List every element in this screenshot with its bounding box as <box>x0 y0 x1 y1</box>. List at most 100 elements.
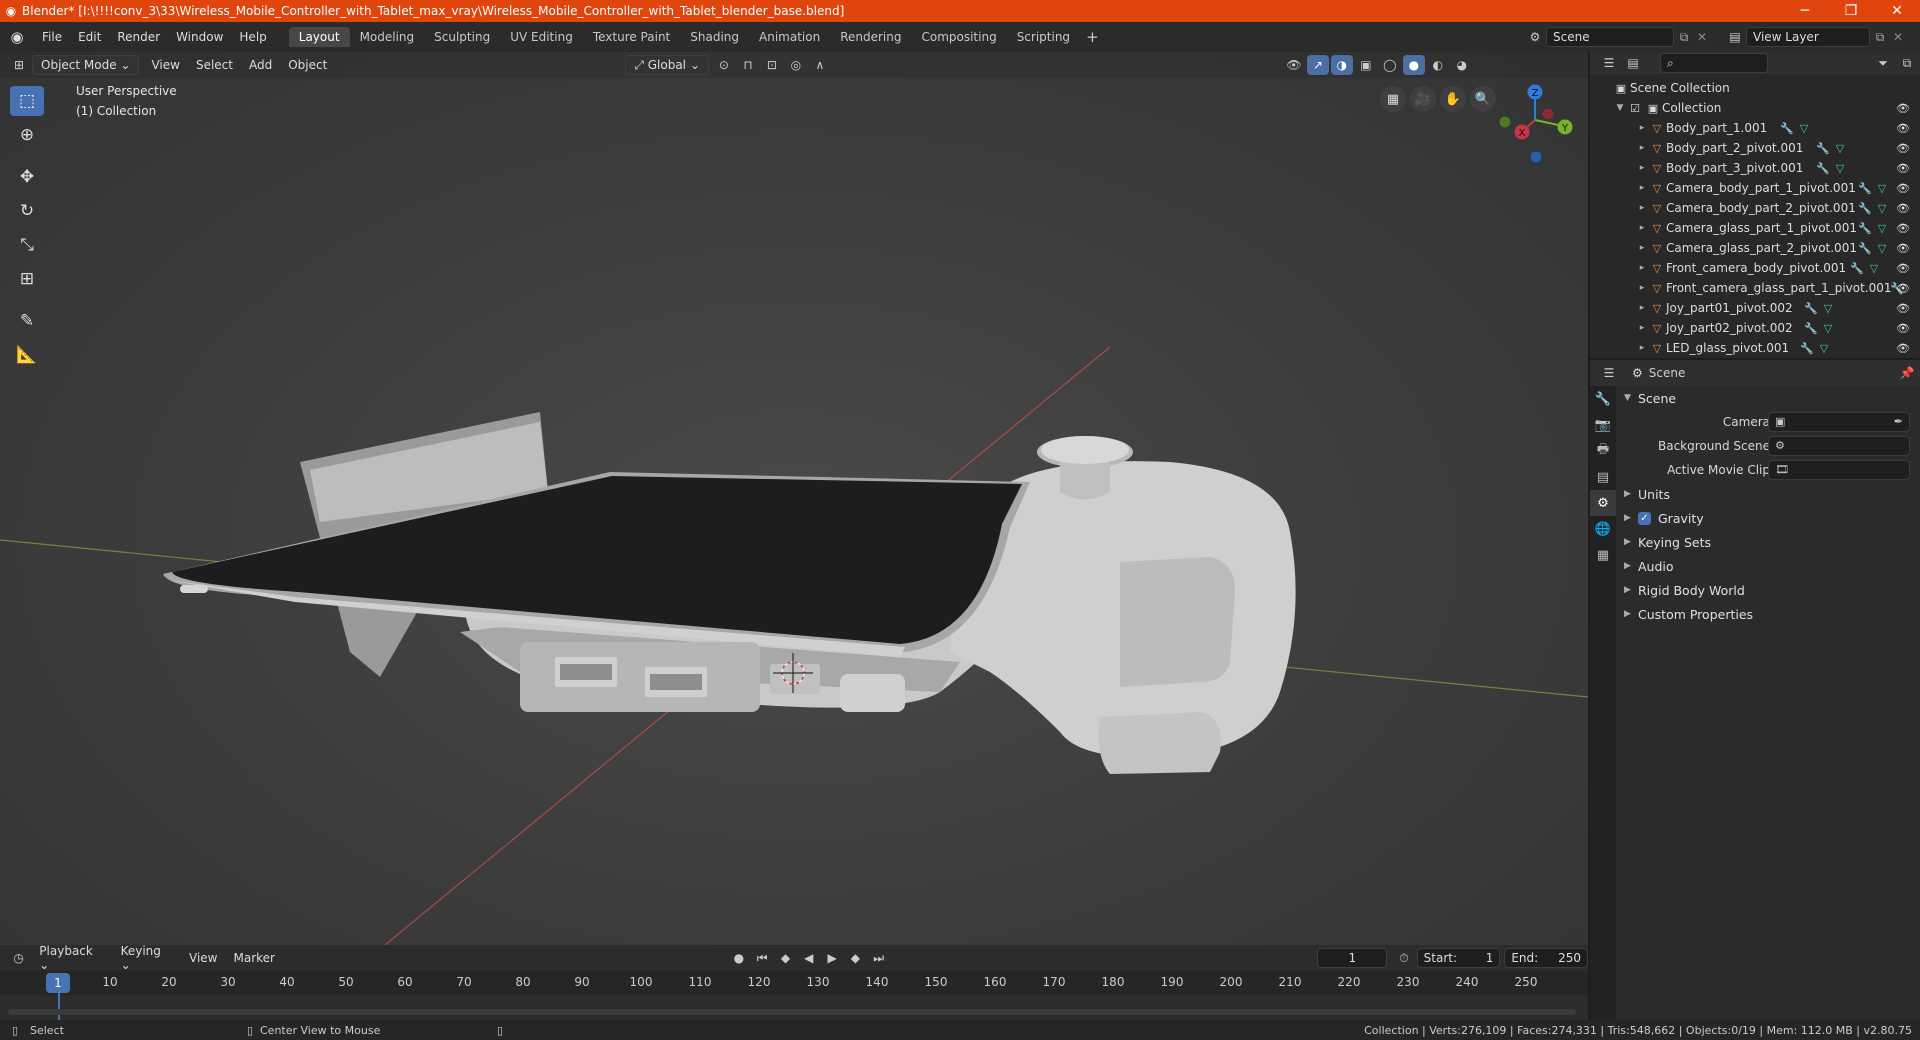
keying-sets-section[interactable]: ▶ Keying Sets <box>1618 530 1920 554</box>
visibility-icon[interactable]: 👁 <box>1283 55 1305 75</box>
expand-icon[interactable]: ▸ <box>1636 143 1648 153</box>
pan-hand-icon[interactable]: ✋ <box>1440 86 1466 112</box>
timeline-menu-keying[interactable]: Keying ⌄ <box>113 944 181 972</box>
annotate-tool-icon[interactable]: ✎ <box>10 306 44 336</box>
object-eye-icon[interactable]: 👁 <box>1896 262 1910 275</box>
close-button[interactable]: ✕ <box>1874 3 1920 19</box>
modifier-icon[interactable]: 🔧 <box>1858 242 1872 255</box>
mesh-data-icon[interactable]: ▽ <box>1836 162 1844 175</box>
rendered-shading-icon[interactable]: ◕ <box>1451 55 1473 75</box>
start-frame-field[interactable]: Start: 1 <box>1416 948 1501 968</box>
menu-render[interactable]: Render <box>109 30 168 44</box>
audio-section[interactable]: ▶ Audio <box>1618 554 1920 578</box>
new-collection-icon[interactable]: ⧉ <box>1896 53 1918 73</box>
collection-row[interactable]: ▼ ☑ ▣ Collection 👁 <box>1590 98 1920 118</box>
outliner-object-row[interactable]: ▸ ▽ Front_camera_glass_part_1_pivot.001 … <box>1590 278 1920 298</box>
modifier-icon[interactable]: 🔧 <box>1858 222 1872 235</box>
gravity-checkbox[interactable]: ✓ <box>1638 511 1651 525</box>
navigation-gizmo[interactable]: Z Y X <box>1499 84 1573 163</box>
cursor-tool-icon[interactable]: ⊕ <box>10 120 44 150</box>
scene-field[interactable]: Scene <box>1546 27 1674 47</box>
tab-sculpting[interactable]: Sculpting <box>424 27 500 47</box>
tab-layout[interactable]: Layout <box>288 27 350 47</box>
outliner-object-row[interactable]: ▸ ▽ Body_part_3_pivot.001 🔧 ▽ 👁 <box>1590 158 1920 178</box>
mesh-data-icon[interactable]: ▽ <box>1800 122 1808 135</box>
play-icon[interactable]: ▶ <box>821 948 842 968</box>
expand-icon[interactable]: ▸ <box>1636 283 1648 293</box>
object-eye-icon[interactable]: 👁 <box>1896 282 1910 295</box>
tab-animation[interactable]: Animation <box>749 27 830 47</box>
select-box-tool-icon[interactable]: ⬚ <box>10 86 44 116</box>
outliner-object-row[interactable]: ▸ ▽ Camera_glass_part_1_pivot.001 🔧 ▽ 👁 <box>1590 218 1920 238</box>
solid-shading-icon[interactable]: ● <box>1402 55 1425 75</box>
current-frame-field[interactable]: 1 <box>1317 948 1388 968</box>
view-layer-tab-icon[interactable]: ▤ <box>1590 464 1616 490</box>
next-keyframe-icon[interactable]: ◆ <box>845 948 866 968</box>
new-scene-icon[interactable]: ⧉ <box>1674 30 1694 45</box>
render-tab-icon[interactable]: 📷 <box>1590 412 1616 438</box>
object-eye-icon[interactable]: 👁 <box>1896 342 1910 355</box>
viewport-menu-select[interactable]: Select <box>188 58 241 72</box>
viewport-menu-add[interactable]: Add <box>241 58 280 72</box>
tab-shading[interactable]: Shading <box>680 27 749 47</box>
zoom-icon[interactable]: 🔍 <box>1470 86 1496 112</box>
outliner-object-row[interactable]: ▸ ▽ Body_part_1.001 🔧 ▽ 👁 <box>1590 118 1920 138</box>
background-scene-field[interactable]: ⚙ <box>1768 436 1910 456</box>
outliner-object-row[interactable]: ▸ ▽ LED_glass_pivot.001 🔧 ▽ 👁 <box>1590 338 1920 358</box>
object-eye-icon[interactable]: 👁 <box>1896 142 1910 155</box>
timeline-scrollbar[interactable] <box>8 1009 1576 1015</box>
expand-icon[interactable]: ▸ <box>1636 243 1648 253</box>
tab-modeling[interactable]: Modeling <box>350 27 425 47</box>
gravity-section[interactable]: ▶ ✓ Gravity <box>1618 506 1920 530</box>
units-section[interactable]: ▶ Units <box>1618 482 1920 506</box>
proportional-edit-icon[interactable]: ◎ <box>785 55 807 75</box>
collection-expand-icon[interactable]: ▼ <box>1614 103 1626 113</box>
scene-section-header[interactable]: ▼ Scene <box>1618 386 1920 410</box>
record-icon[interactable]: ● <box>728 948 749 968</box>
new-view-layer-icon[interactable]: ⧉ <box>1870 30 1890 45</box>
outliner-editor-icon[interactable]: ☰ <box>1598 53 1620 73</box>
modifier-icon[interactable]: 🔧 <box>1858 202 1872 215</box>
scene-collection-row[interactable]: ▣ Scene Collection <box>1590 78 1920 98</box>
move-tool-icon[interactable]: ✥ <box>10 162 44 192</box>
outliner-object-row[interactable]: ▸ ▽ Front_camera_body_pivot.001 🔧 ▽ 👁 <box>1590 258 1920 278</box>
expand-icon[interactable]: ▸ <box>1636 203 1648 213</box>
object-eye-icon[interactable]: 👁 <box>1896 222 1910 235</box>
object-eye-icon[interactable]: 👁 <box>1896 182 1910 195</box>
outliner-object-row[interactable]: ▸ ▽ Joy_part01_pivot.002 🔧 ▽ 👁 <box>1590 298 1920 318</box>
object-eye-icon[interactable]: 👁 <box>1896 242 1910 255</box>
modifier-icon[interactable]: 🔧 <box>1804 322 1818 335</box>
blender-menu-icon[interactable]: ◉ <box>0 28 34 46</box>
tab-texture-paint[interactable]: Texture Paint <box>583 27 680 47</box>
mesh-data-icon[interactable]: ▽ <box>1878 182 1886 195</box>
object-eye-icon[interactable]: 👁 <box>1896 302 1910 315</box>
output-tab-icon[interactable]: 🖶 <box>1590 438 1616 464</box>
mesh-data-icon[interactable]: ▽ <box>1836 142 1844 155</box>
snap-icon[interactable]: ⊓ <box>737 55 759 75</box>
world-tab-icon[interactable]: 🌐 <box>1590 516 1616 542</box>
wireframe-shading-icon[interactable]: ◯ <box>1379 55 1401 75</box>
modifier-icon[interactable]: 🔧 <box>1804 302 1818 315</box>
remove-view-layer-icon[interactable]: ✕ <box>1890 30 1906 44</box>
mesh-data-icon[interactable]: ▽ <box>1824 302 1832 315</box>
remove-scene-icon[interactable]: ✕ <box>1694 30 1710 44</box>
menu-window[interactable]: Window <box>168 30 231 44</box>
transform-orientation-dropdown[interactable]: ⤢ Global ⌄ <box>625 55 709 75</box>
tab-scripting[interactable]: Scripting <box>1007 27 1080 47</box>
current-frame-indicator[interactable]: 1 <box>46 973 70 993</box>
material-shading-icon[interactable]: ◐ <box>1427 55 1449 75</box>
stopwatch-icon[interactable]: ⏱ <box>1393 948 1414 968</box>
editor-type-icon[interactable]: ⊞ <box>8 55 30 75</box>
custom-properties-section[interactable]: ▶ Custom Properties <box>1618 602 1920 626</box>
modifier-icon[interactable]: 🔧 <box>1800 342 1814 355</box>
object-eye-icon[interactable]: 👁 <box>1896 322 1910 335</box>
mesh-data-icon[interactable]: ▽ <box>1870 262 1878 275</box>
camera-view-icon[interactable]: 🎥 <box>1410 86 1436 112</box>
add-workspace-button[interactable]: + <box>1080 28 1105 46</box>
prev-keyframe-icon[interactable]: ◆ <box>775 948 796 968</box>
active-movie-clip-field[interactable]: 🎞 <box>1768 460 1910 480</box>
modifier-icon[interactable]: 🔧 <box>1858 182 1872 195</box>
timeline-menu-marker[interactable]: Marker <box>226 951 283 965</box>
expand-icon[interactable]: ▸ <box>1636 303 1648 313</box>
pin-icon[interactable]: 📌 <box>1896 363 1918 383</box>
